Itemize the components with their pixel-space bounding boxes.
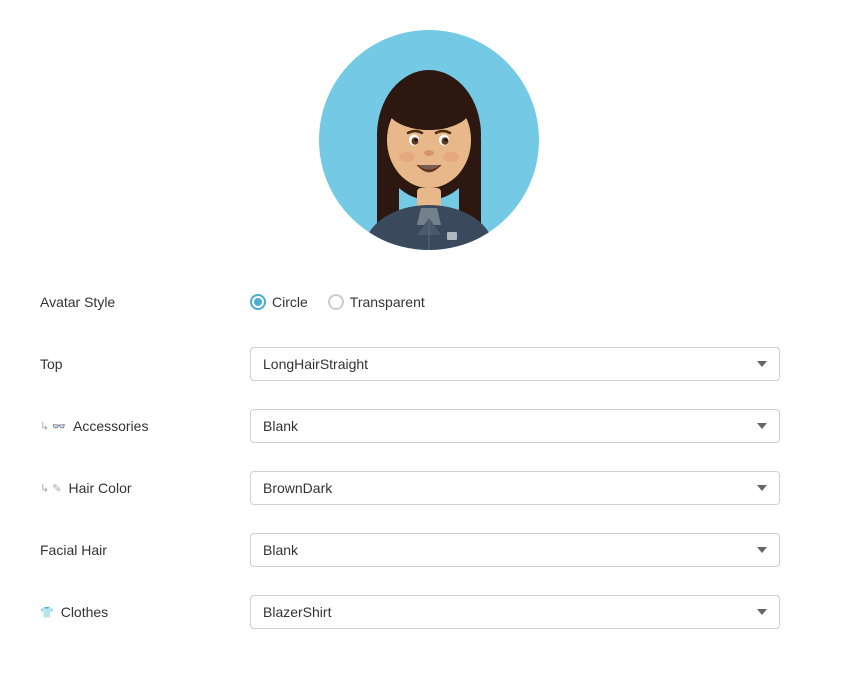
hair-color-label: ↳ ✎ Hair Color xyxy=(40,480,250,496)
accessories-row: ↳ 👓 Accessories Blank Kurt Prescription0… xyxy=(40,404,817,448)
accessories-select[interactable]: Blank Kurt Prescription01 Prescription02… xyxy=(250,409,780,443)
clothes-label: 👕 Clothes xyxy=(40,604,250,620)
accessories-label: ↳ 👓 Accessories xyxy=(40,418,250,434)
radio-transparent[interactable] xyxy=(328,294,344,310)
facial-hair-label: Facial Hair xyxy=(40,542,250,558)
hair-color-indent-icon: ↳ ✎ xyxy=(40,482,62,495)
radio-circle[interactable] xyxy=(250,294,266,310)
top-select[interactable]: LongHairStraight LongHairCurly ShortHair… xyxy=(250,347,780,381)
top-control: LongHairStraight LongHairCurly ShortHair… xyxy=(250,347,817,381)
facial-hair-control: Blank BeardLight BeardMagestic BeardMedi… xyxy=(250,533,817,567)
radio-transparent-text: Transparent xyxy=(350,294,425,310)
avatar-style-radio-group: Circle Transparent xyxy=(250,294,817,310)
facial-hair-row: Facial Hair Blank BeardLight BeardMagest… xyxy=(40,528,817,572)
facial-hair-select[interactable]: Blank BeardLight BeardMagestic BeardMedi… xyxy=(250,533,780,567)
clothes-select[interactable]: BlazerShirt BlazerSweater CollarSweater … xyxy=(250,595,780,629)
clothes-indent-icon: 👕 xyxy=(40,606,54,619)
page-container: Avatar Style Circle Transparent Top xyxy=(0,0,857,692)
hair-color-row: ↳ ✎ Hair Color Auburn Black Blonde Blond… xyxy=(40,466,817,510)
clothes-row: 👕 Clothes BlazerShirt BlazerSweater Coll… xyxy=(40,590,817,634)
hair-color-select[interactable]: Auburn Black Blonde BlondeGolden Brown B… xyxy=(250,471,780,505)
avatar-section xyxy=(40,20,817,250)
avatar-style-control: Circle Transparent xyxy=(250,294,817,310)
avatar-style-row: Avatar Style Circle Transparent xyxy=(40,280,817,324)
avatar-svg xyxy=(329,40,529,250)
clothes-control: BlazerShirt BlazerSweater CollarSweater … xyxy=(250,595,817,629)
hair-color-control: Auburn Black Blonde BlondeGolden Brown B… xyxy=(250,471,817,505)
avatar-preview xyxy=(319,30,539,250)
top-row: Top LongHairStraight LongHairCurly Short… xyxy=(40,342,817,386)
form-section: Avatar Style Circle Transparent Top xyxy=(40,280,817,634)
accessories-control: Blank Kurt Prescription01 Prescription02… xyxy=(250,409,817,443)
radio-circle-label[interactable]: Circle xyxy=(250,294,308,310)
avatar-style-label: Avatar Style xyxy=(40,294,250,310)
accessories-indent-icon: ↳ 👓 xyxy=(40,420,66,433)
radio-transparent-label[interactable]: Transparent xyxy=(328,294,425,310)
top-label: Top xyxy=(40,356,250,372)
radio-circle-text: Circle xyxy=(272,294,308,310)
